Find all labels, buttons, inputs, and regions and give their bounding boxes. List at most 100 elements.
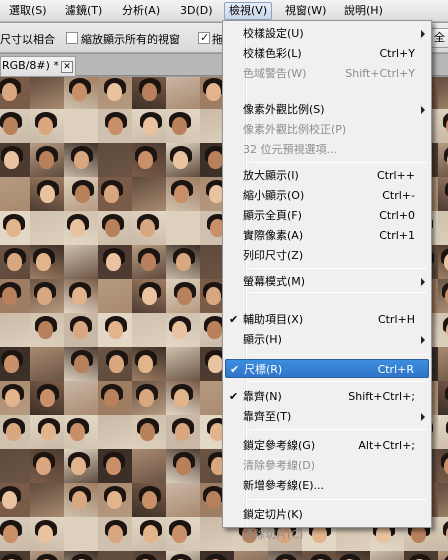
photo-tile xyxy=(438,77,448,109)
view-menu-item-1[interactable]: 校樣色彩(L) Ctrl+Y xyxy=(225,44,429,63)
photo-tile xyxy=(30,517,64,551)
photo-tile xyxy=(64,415,98,449)
view-menu-item-12[interactable]: ✔ 輔助項目(X) Ctrl+H xyxy=(225,310,429,329)
photo-tile xyxy=(98,381,132,415)
photo-tile xyxy=(132,211,166,245)
view-menu-item-4: 像素外觀比例校正(P) xyxy=(225,120,429,139)
photo-tile xyxy=(64,347,98,381)
photo-tile xyxy=(438,313,448,347)
view-menu-item-9[interactable]: 實際像素(A) Ctrl+1 xyxy=(225,226,429,245)
photo-tile xyxy=(438,109,448,143)
photo-tile xyxy=(98,109,132,143)
photo-tile xyxy=(166,449,200,483)
menu-3d[interactable]: 3D(D) xyxy=(176,3,217,19)
photo-tile xyxy=(98,313,132,347)
menu-separator xyxy=(249,292,427,293)
photo-tile xyxy=(0,551,30,560)
photo-tile xyxy=(166,279,200,313)
photo-tile xyxy=(98,177,132,211)
view-menu-item-label: 靠齊至(T) xyxy=(243,410,292,423)
fill-screen-button[interactable]: 全 xyxy=(430,28,448,48)
view-menu-item-19[interactable]: 新增參考線(E)... xyxy=(225,476,429,495)
menu-view[interactable]: 檢視(V) xyxy=(224,2,273,20)
photo-tile xyxy=(166,347,200,381)
checkmark-icon: ✔ xyxy=(229,390,239,403)
view-menu-item-20[interactable]: 鎖定切片(K) xyxy=(225,505,429,524)
photo-tile xyxy=(132,449,166,483)
menu-help[interactable]: 說明(H) xyxy=(340,3,387,19)
view-menu-item-shortcut: Shift+Ctrl+; xyxy=(348,390,415,403)
fit-screen-label[interactable]: 尺寸以相合 xyxy=(0,31,55,47)
photo-tile xyxy=(98,415,132,449)
photo-tile xyxy=(166,177,200,211)
submenu-arrow-icon xyxy=(421,336,425,344)
photo-tile xyxy=(132,177,166,211)
view-menu-item-shortcut: Ctrl++ xyxy=(376,169,415,182)
photo-tile xyxy=(64,211,98,245)
photo-tile xyxy=(98,143,132,177)
photo-tile xyxy=(132,313,166,347)
photo-tile xyxy=(64,143,98,177)
view-menu-item-21: 清除切片(C) xyxy=(225,525,429,544)
view-menu-item-label: 校樣設定(U) xyxy=(243,27,304,40)
photo-tile xyxy=(98,449,132,483)
photo-tile xyxy=(234,551,268,560)
photo-tile xyxy=(98,483,132,517)
menu-filter[interactable]: 濾鏡(T) xyxy=(61,3,106,19)
photo-tile xyxy=(30,109,64,143)
view-menu-item-0[interactable]: 校樣設定(U) xyxy=(225,24,429,43)
photo-tile xyxy=(0,313,30,347)
photo-tile xyxy=(166,381,200,415)
view-menu-item-5: 32 位元預視選項... xyxy=(225,140,429,159)
photo-tile xyxy=(166,109,200,143)
photo-tile xyxy=(404,551,438,560)
menu-window[interactable]: 視窗(W) xyxy=(281,3,330,19)
photo-tile xyxy=(438,449,448,483)
close-icon[interactable]: ✕ xyxy=(61,61,73,73)
view-menu-item-label: 顯示(H) xyxy=(243,333,282,346)
photo-tile xyxy=(370,551,404,560)
view-menu-item-14[interactable]: ✔ 尺標(R) Ctrl+R xyxy=(225,359,429,378)
view-menu-item-shortcut: Ctrl+R xyxy=(377,363,414,376)
menu-analysis[interactable]: 分析(A) xyxy=(118,3,164,19)
submenu-arrow-icon xyxy=(421,106,425,114)
resize-windows-checkbox[interactable] xyxy=(66,32,78,44)
view-menu-item-11[interactable]: 螢幕模式(M) xyxy=(225,272,429,291)
photo-tile xyxy=(132,279,166,313)
photo-tile xyxy=(30,347,64,381)
photo-tile xyxy=(438,279,448,313)
photo-tile xyxy=(98,347,132,381)
view-menu-item-8[interactable]: 顯示全頁(F) Ctrl+0 xyxy=(225,206,429,225)
photo-tile xyxy=(0,211,30,245)
photo-tile xyxy=(64,483,98,517)
scrubby-zoom-checkbox[interactable] xyxy=(198,31,210,44)
view-menu-item-6[interactable]: 放大顯示(I) Ctrl++ xyxy=(225,166,429,185)
menu-separator xyxy=(249,381,427,382)
photo-tile xyxy=(438,347,448,381)
photo-tile xyxy=(132,77,166,109)
document-tab[interactable]: RGB/8#) * ✕ xyxy=(0,56,76,76)
view-menu-item-7[interactable]: 縮小顯示(O) Ctrl+- xyxy=(225,186,429,205)
view-menu-item-shortcut: Alt+Ctrl+; xyxy=(358,439,415,452)
view-menu-item-15[interactable]: ✔ 靠齊(N) Shift+Ctrl+; xyxy=(225,387,429,406)
view-menu-dropdown: 校樣設定(U) 校樣色彩(L) Ctrl+Y 色域警告(W) Shift+Ctrl+Y 像… xyxy=(222,20,432,541)
photo-tile xyxy=(0,517,30,551)
photo-tile xyxy=(64,279,98,313)
photo-tile xyxy=(98,551,132,560)
view-menu-item-label: 校樣色彩(L) xyxy=(243,47,302,60)
view-menu-item-13[interactable]: 顯示(H) xyxy=(225,330,429,349)
photo-tile xyxy=(166,245,200,279)
view-menu-item-3[interactable]: 像素外觀比例(S) xyxy=(225,100,429,119)
photo-tile xyxy=(98,279,132,313)
menu-select[interactable]: 選取(S) xyxy=(5,3,51,19)
photo-tile xyxy=(336,551,370,560)
photo-tile xyxy=(30,211,64,245)
view-menu-item-17[interactable]: 鎖定參考線(G) Alt+Ctrl+; xyxy=(225,436,429,455)
view-menu-item-16[interactable]: 靠齊至(T) xyxy=(225,407,429,426)
view-menu-item-10[interactable]: 列印尺寸(Z) xyxy=(225,246,429,265)
photo-tile xyxy=(132,347,166,381)
menu-separator xyxy=(249,268,427,269)
view-menu-item-shortcut: Ctrl+1 xyxy=(379,229,415,242)
document-tab-title: RGB/8#) * xyxy=(2,59,59,72)
photo-tile xyxy=(30,449,64,483)
